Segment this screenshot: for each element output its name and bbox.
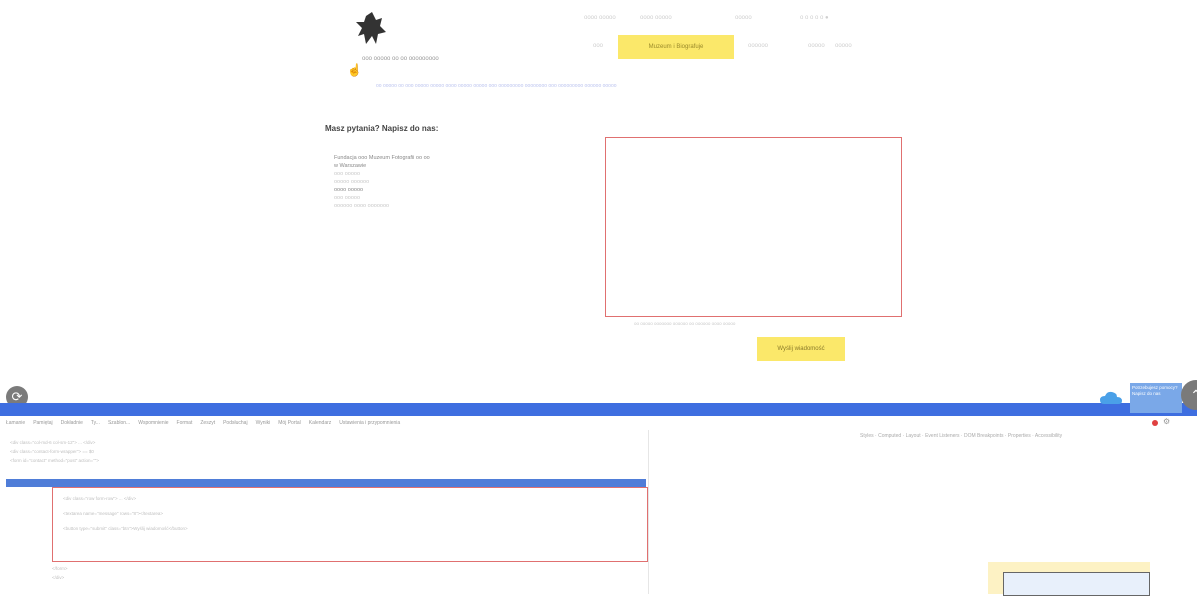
top-link[interactable]: oooo ooooo bbox=[584, 15, 616, 21]
subtitle: ooo ooooo oo oo ooooooooo bbox=[362, 56, 439, 62]
code-line[interactable]: <div class="col-md-6 col-sm-12"> ... </d… bbox=[10, 440, 640, 445]
closing-tags: </form> </div> bbox=[52, 566, 68, 580]
pegasus-logo[interactable] bbox=[338, 10, 398, 46]
email-link[interactable]: ooooo oooooo bbox=[334, 178, 474, 186]
top-link[interactable]: oooo ooooo bbox=[640, 15, 672, 21]
cloud-icon[interactable] bbox=[1099, 390, 1123, 406]
menu-item-active[interactable]: Muzeum i Biografuje bbox=[618, 35, 734, 59]
selected-node[interactable] bbox=[6, 479, 646, 487]
code-line[interactable]: <form id="contact" method="post" action=… bbox=[10, 458, 640, 463]
panel-divider[interactable] bbox=[648, 430, 649, 594]
contact-heading: Masz pytania? Napisz do nas: bbox=[325, 124, 439, 133]
bookmark-item[interactable]: Kalendarz bbox=[309, 420, 332, 426]
code-line[interactable]: <button type="submit" class="btn">Wyślij… bbox=[63, 526, 637, 531]
code-line[interactable]: <div class="contact-form-wrapper"> == $0 bbox=[10, 449, 640, 454]
tab-event-listeners[interactable]: Event Listeners bbox=[925, 433, 959, 439]
email-link[interactable]: oooooo oooo ooooooo bbox=[334, 202, 474, 210]
elements-panel: <div class="col-md-6 col-sm-12"> ... </d… bbox=[10, 440, 640, 463]
bookmark-item[interactable]: Ustawienia i przypomnienia bbox=[339, 420, 400, 426]
message-textarea[interactable] bbox=[605, 137, 902, 317]
code-line[interactable]: <div class="row form-row"> ... </div> bbox=[63, 496, 637, 501]
phone-link[interactable]: ooo ooooo bbox=[334, 170, 474, 178]
tab-accessibility[interactable]: Accessibility bbox=[1035, 433, 1062, 439]
menu-item[interactable]: oooooo bbox=[748, 43, 768, 49]
box-model-content bbox=[1003, 572, 1150, 596]
selected-code-block[interactable]: <div class="row form-row"> ... </div> <t… bbox=[52, 487, 648, 562]
tab-computed[interactable]: Computed bbox=[878, 433, 901, 439]
social-icons[interactable]: o o o o o ● bbox=[800, 15, 829, 21]
search-link[interactable]: ooooo bbox=[735, 15, 752, 21]
hand-icon: ☝ bbox=[347, 63, 362, 77]
tab-layout[interactable]: Layout bbox=[906, 433, 921, 439]
code-line[interactable]: </div> bbox=[52, 575, 68, 580]
taskbar bbox=[0, 403, 1197, 416]
menu-item[interactable]: ooo bbox=[593, 43, 603, 49]
tab-dom-breakpoints[interactable]: DOM Breakpoints bbox=[964, 433, 1003, 439]
bookmark-item[interactable]: Format bbox=[177, 420, 193, 426]
menu-item[interactable]: ooooo bbox=[808, 43, 825, 49]
bookmark-item[interactable]: Wspomnienie bbox=[138, 420, 168, 426]
address-line: Fundacja ooo Muzeum Fotografii oo oo bbox=[334, 155, 430, 161]
bookmark-item[interactable]: Mój Portal bbox=[278, 420, 301, 426]
bookmark-item[interactable]: Dokładnie bbox=[61, 420, 83, 426]
bookmarks-bar: Łamanie Pamiętaj Dokładnie Ty... Szablon… bbox=[0, 416, 1197, 430]
bookmark-item[interactable]: Zeszyt bbox=[200, 420, 215, 426]
menu-item[interactable]: ooooo bbox=[835, 43, 852, 49]
bookmark-item[interactable]: Wyniki bbox=[256, 420, 271, 426]
styles-tabs: Styles · Computed · Layout · Event Liste… bbox=[860, 433, 1063, 439]
address-line: oooo ooooo bbox=[334, 187, 364, 193]
settings-icon[interactable]: ⚙ bbox=[1163, 417, 1170, 426]
code-line[interactable]: <textarea name="message" rows="8"></text… bbox=[63, 511, 637, 516]
chat-widget[interactable]: Potrzebujesz pomocy? Napisz do nas bbox=[1130, 383, 1182, 413]
code-line[interactable]: </form> bbox=[52, 566, 68, 571]
bookmark-item[interactable]: Ty... bbox=[91, 420, 100, 426]
bookmark-item[interactable]: Szablon... bbox=[108, 420, 130, 426]
phone-link[interactable]: ooo ooooo bbox=[334, 194, 474, 202]
form-note: oo ooooo ooooooo oooooo oo oooooo oooo o… bbox=[634, 321, 736, 326]
address-line: w Warszawie bbox=[334, 163, 367, 169]
bookmark-item[interactable]: Podsłuchaj bbox=[223, 420, 247, 426]
info-line: oo ooooo oo ooo ooooo ooooo oooo ooooo o… bbox=[376, 83, 617, 89]
send-message-button[interactable]: Wyślij wiadomość bbox=[757, 337, 845, 361]
bookmark-item[interactable]: Pamiętaj bbox=[33, 420, 52, 426]
tab-styles[interactable]: Styles bbox=[860, 433, 874, 439]
record-icon[interactable] bbox=[1152, 420, 1158, 426]
bookmark-item[interactable]: Łamanie bbox=[6, 420, 25, 426]
tab-properties[interactable]: Properties bbox=[1008, 433, 1031, 439]
contact-address: Fundacja ooo Muzeum Fotografii oo oo w W… bbox=[334, 154, 474, 210]
